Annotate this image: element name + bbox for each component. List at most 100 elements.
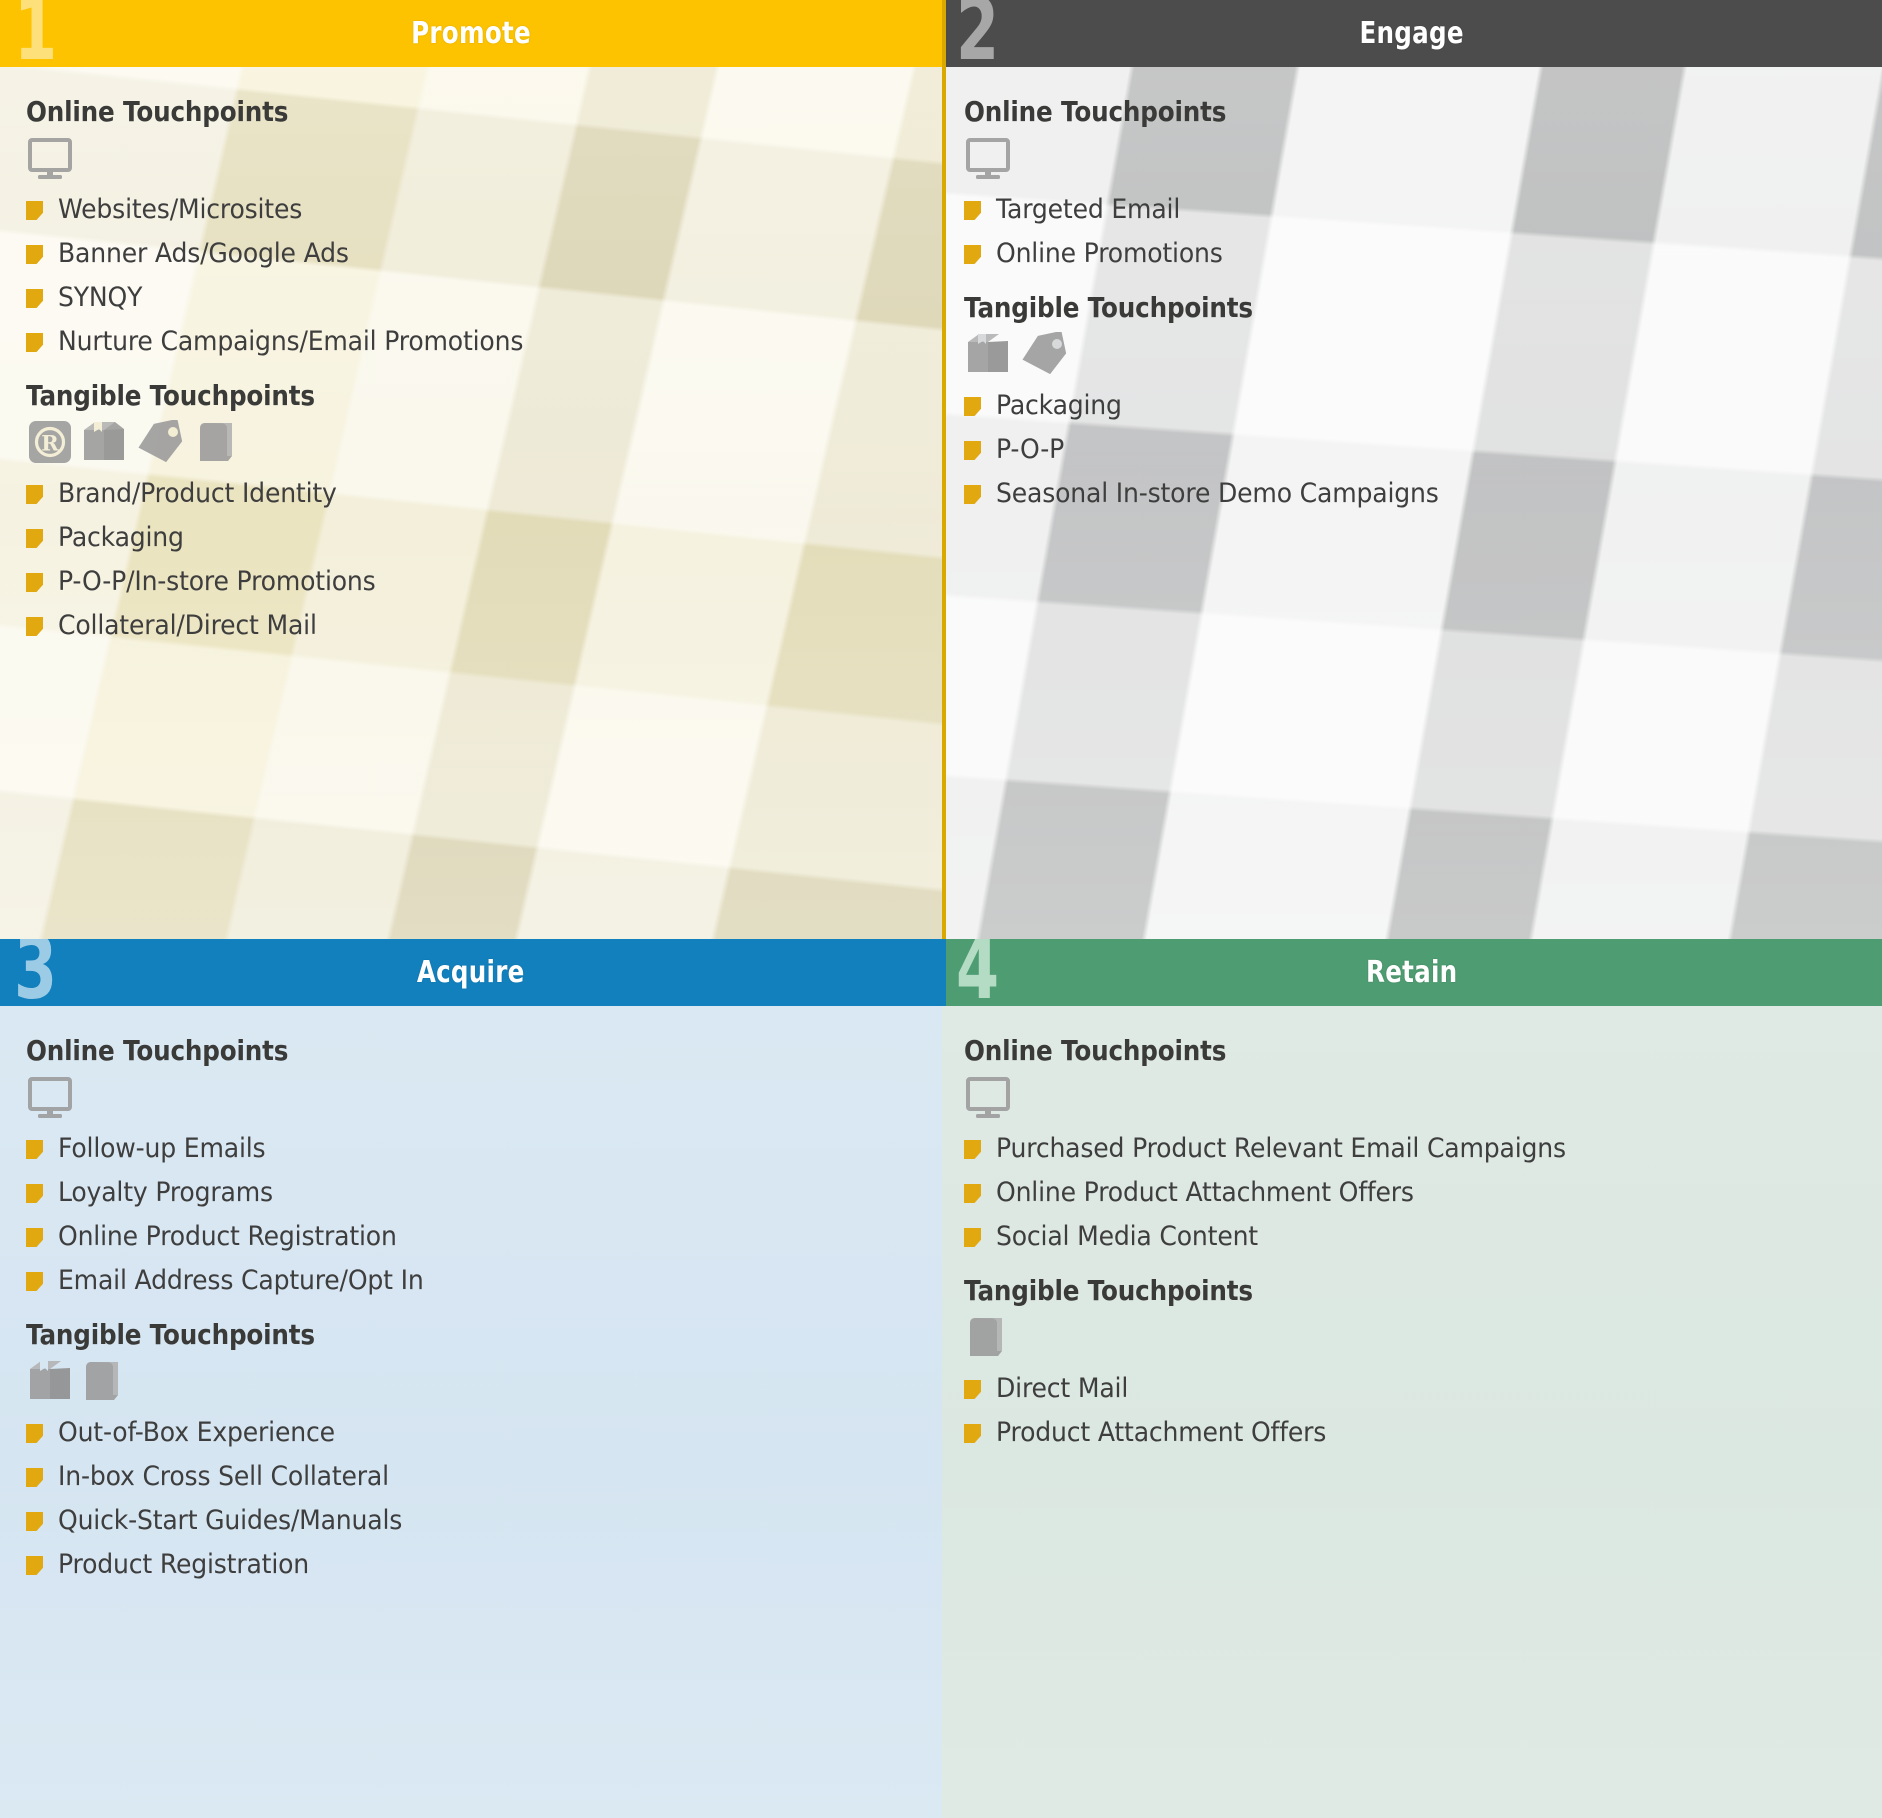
list-item: Seasonal In-store Demo Campaigns [964,478,1882,509]
icon-row-tangible [28,1357,942,1403]
list-item: Online Product Attachment Offers [964,1177,1882,1208]
book-icon [970,1318,1002,1356]
section-heading-online: Online Touchpoints [26,95,289,128]
list-item: P-O-P/In-store Promotions [26,566,942,597]
panel-body: Online Touchpoints Follow-up Emails Loya… [0,1006,942,1818]
box-icon [30,1361,70,1399]
panel-number: 1 [14,0,57,80]
bullet-icon [26,1556,43,1575]
list-item-label: P-O-P/In-store Promotions [58,566,376,597]
monitor-icon [28,1077,72,1118]
touchpoint-list-tangible: Out-of-Box Experience In-box Cross Sell … [26,1417,942,1580]
bullet-icon [26,573,43,592]
panel-engage: 2 Engage Online Touchpoints Targeted Ema… [942,0,1882,939]
bullet-icon [964,1228,981,1247]
panel-header-promote: 1 Promote [0,0,942,73]
list-item-label: P-O-P [996,434,1065,465]
bullet-icon [964,397,981,416]
list-item-label: In-box Cross Sell Collateral [58,1461,389,1492]
tag-icon [138,420,183,463]
bullet-icon [26,529,43,548]
bullet-icon [26,245,43,264]
list-item-label: SYNQY [58,282,143,313]
box-icon [84,422,124,460]
panel-title: Promote [411,16,531,51]
bullet-icon [964,1140,981,1159]
section-heading-tangible: Tangible Touchpoints [964,1274,1253,1307]
panel-acquire: 3 Acquire Online Touchpoints Follow-up E… [0,939,942,1818]
panel-retain: 4 Retain Online Touchpoints Purchased Pr… [942,939,1882,1818]
book-icon [200,423,232,461]
icon-row-online [28,1073,942,1119]
panel-header-engage: 2 Engage [942,0,1882,73]
list-item: Product Attachment Offers [964,1417,1882,1448]
bullet-icon [26,617,43,636]
section-heading-online: Online Touchpoints [964,95,1227,128]
list-item-label: Email Address Capture/Opt In [58,1265,424,1296]
panel-promote: 1 Promote Online Touchpoints Websites/Mi… [0,0,942,939]
monitor-icon [966,1077,1010,1118]
list-item-label: Loyalty Programs [58,1177,273,1208]
icon-row-online [28,134,942,180]
panel-header-retain: 4 Retain [942,939,1882,1012]
list-item-label: Online Product Registration [58,1221,397,1252]
bullet-icon [26,201,43,220]
list-item-label: Nurture Campaigns/Email Promotions [58,326,524,357]
bullet-icon [964,201,981,220]
list-item: Quick-Start Guides/Manuals [26,1505,942,1536]
tag-icon [1022,332,1067,375]
bullet-icon [964,245,981,264]
list-item-label: Banner Ads/Google Ads [58,238,349,269]
monitor-icon [966,138,1010,179]
panel-title: Acquire [417,955,525,990]
list-item: Purchased Product Relevant Email Campaig… [964,1133,1882,1164]
list-item: Follow-up Emails [26,1133,942,1164]
list-item: Loyalty Programs [26,1177,942,1208]
list-item: Websites/Microsites [26,194,942,225]
section-heading-online: Online Touchpoints [964,1034,1227,1067]
touchpoint-list-tangible: Packaging P-O-P Seasonal In-store Demo C… [964,390,1882,509]
icon-row-tangible [966,1313,1882,1359]
bullet-icon [964,441,981,460]
bullet-icon [26,1184,43,1203]
panel-title: Retain [1366,955,1458,990]
bullet-icon [26,1468,43,1487]
panel-number: 3 [14,939,57,1019]
list-item: Banner Ads/Google Ads [26,238,942,269]
list-item-label: Brand/Product Identity [58,478,337,509]
list-item-label: Packaging [58,522,184,553]
icon-row-online [966,1073,1882,1119]
list-item-label: Social Media Content [996,1221,1258,1252]
list-item: Targeted Email [964,194,1882,225]
list-item-label: Targeted Email [996,194,1181,225]
touchpoint-matrix: 1 Promote Online Touchpoints Websites/Mi… [0,0,1882,1818]
panel-body: Online Touchpoints Websites/Microsites B… [0,67,942,939]
bullet-icon [964,485,981,504]
bullet-icon [26,1140,43,1159]
touchpoint-list-online: Purchased Product Relevant Email Campaig… [964,1133,1882,1252]
bullet-icon [26,1424,43,1443]
touchpoint-list-online: Targeted Email Online Promotions [964,194,1882,269]
list-item-label: Collateral/Direct Mail [58,610,317,641]
list-item: SYNQY [26,282,942,313]
list-item-label: Direct Mail [996,1373,1129,1404]
list-item: Email Address Capture/Opt In [26,1265,942,1296]
list-item-label: Product Attachment Offers [996,1417,1327,1448]
panel-number: 2 [956,0,999,80]
monitor-icon [28,138,72,179]
icon-row-tangible: R [28,418,942,464]
section-heading-tangible: Tangible Touchpoints [26,379,315,412]
touchpoint-list-online: Follow-up Emails Loyalty Programs Online… [26,1133,942,1296]
bullet-icon [964,1380,981,1399]
bullet-icon [964,1424,981,1443]
registered-trademark-icon: R [29,421,71,463]
list-item: Out-of-Box Experience [26,1417,942,1448]
list-item-label: Out-of-Box Experience [58,1417,335,1448]
panel-header-acquire: 3 Acquire [0,939,942,1012]
list-item: Direct Mail [964,1373,1882,1404]
panel-body: Online Touchpoints Purchased Product Rel… [942,1006,1882,1818]
list-item: Social Media Content [964,1221,1882,1252]
book-icon [86,1362,118,1400]
section-heading-online: Online Touchpoints [26,1034,289,1067]
touchpoint-list-tangible: Brand/Product Identity Packaging P-O-P/I… [26,478,942,641]
